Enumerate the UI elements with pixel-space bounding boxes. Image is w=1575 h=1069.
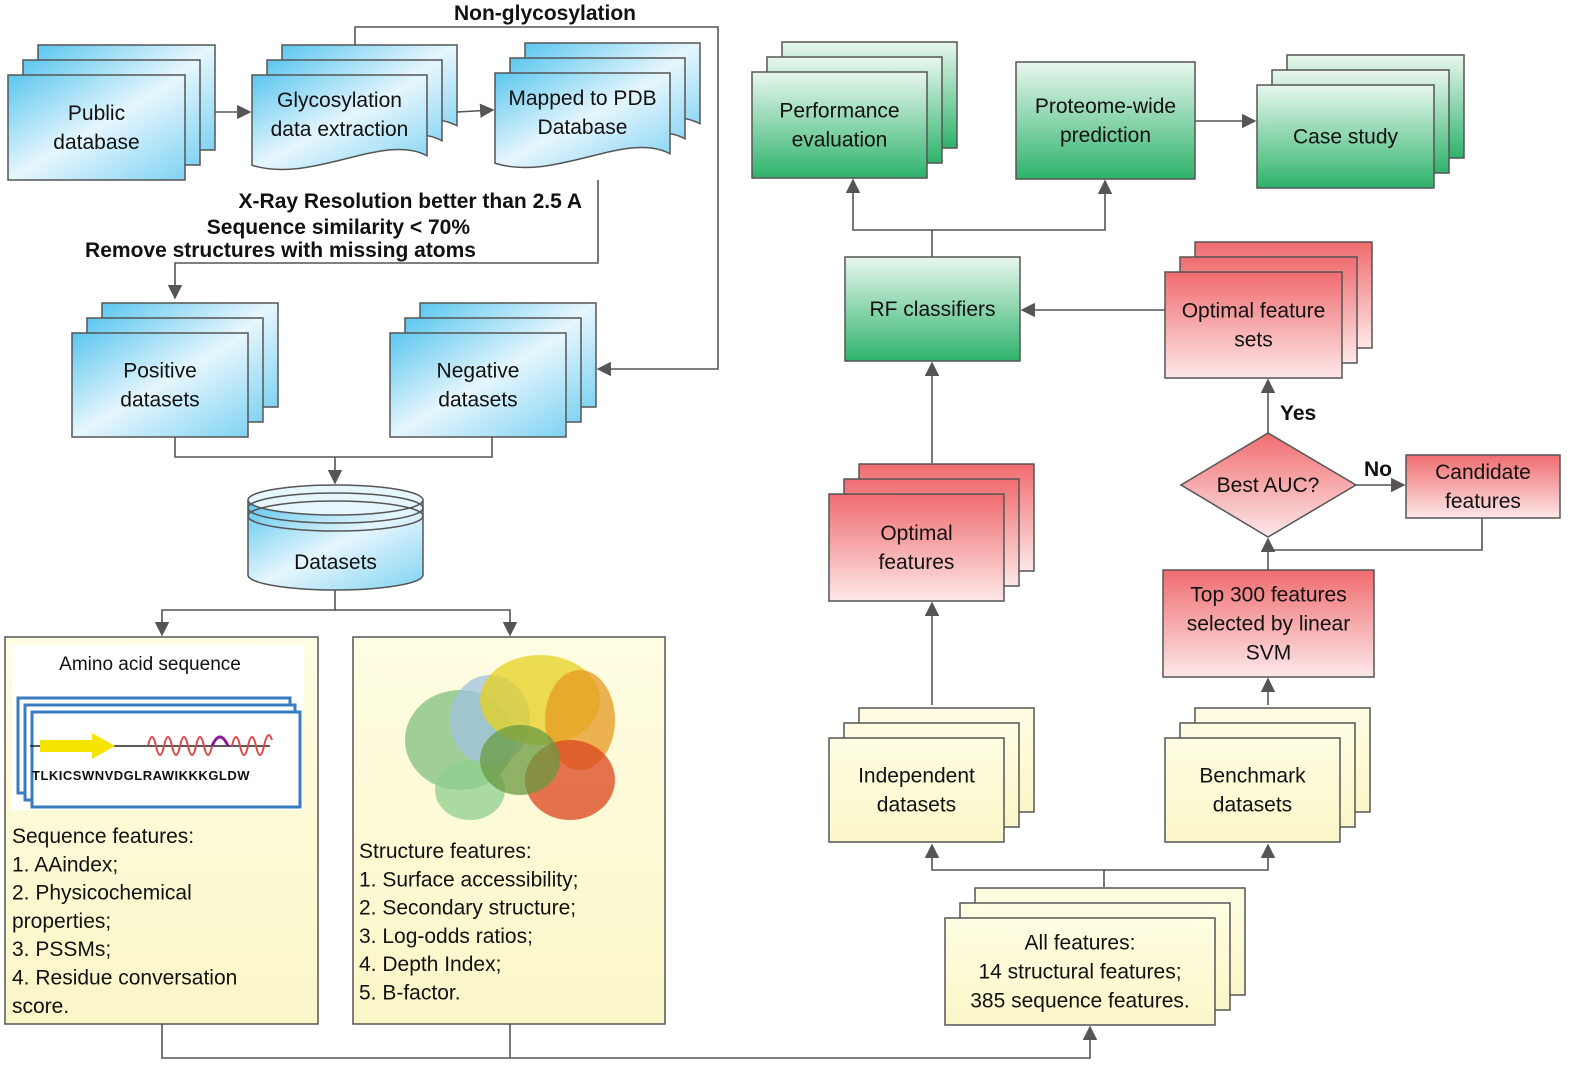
- sequence-feature-line: Sequence features:: [12, 825, 194, 848]
- node-label: 385 sequence features.: [970, 990, 1190, 1013]
- node-label: features: [1445, 490, 1521, 513]
- workflow-diagram: Amino acid sequence TLKICSWNVDGLRAWIKKKGL…: [0, 0, 1575, 1069]
- node-box: [1164, 271, 1343, 379]
- node-label: datasets: [877, 794, 956, 817]
- sequence-feature-line: 1. AAindex;: [12, 853, 118, 876]
- non-glycosylation-label: Non-glycosylation: [454, 2, 636, 25]
- structure-feature-line: 3. Log-odds ratios;: [359, 925, 533, 948]
- node-box: [1015, 61, 1196, 180]
- node-box: [1164, 737, 1341, 843]
- node-label: 14 structural features;: [978, 961, 1181, 984]
- node-label: Candidate: [1435, 461, 1531, 484]
- node-label: RF classifiers: [869, 298, 995, 321]
- node-label: datasets: [1213, 794, 1292, 817]
- node-label: Best AUC?: [1217, 474, 1320, 497]
- node-box: [828, 737, 1005, 843]
- node-label: database: [53, 131, 139, 154]
- node-proteome: [1015, 61, 1196, 180]
- node-box: [71, 332, 249, 438]
- node-label: Database: [538, 116, 628, 139]
- structure-feature-line: 5. B-factor.: [359, 982, 461, 1005]
- amino-acid-title: Amino acid sequence: [59, 654, 241, 675]
- node-label: Positive: [123, 360, 197, 383]
- structure-feature-line: Structure features:: [359, 840, 532, 863]
- node-label: Proteome-wide: [1035, 95, 1176, 118]
- node-datasets: [247, 484, 424, 591]
- node-label: Glycosylation: [277, 89, 402, 112]
- sequence-text: TLKICSWNVDGLRAWIKKKGLDW: [32, 768, 250, 783]
- node-label: evaluation: [792, 129, 888, 152]
- node-label: Mapped to PDB: [508, 87, 656, 110]
- node-label: Performance: [779, 100, 899, 123]
- structure-feature-line: 4. Depth Index;: [359, 953, 501, 976]
- no-label: No: [1364, 458, 1392, 481]
- node-label: prediction: [1060, 124, 1151, 147]
- node-box: [7, 74, 186, 181]
- node-label: sets: [1234, 329, 1273, 352]
- node-label: selected by linear: [1187, 613, 1350, 636]
- sequence-feature-line: 2. Physicochemical: [12, 882, 192, 905]
- sequence-feature-line: 4. Residue conversation: [12, 967, 237, 990]
- node-label: Optimal feature: [1182, 300, 1326, 323]
- sequence-frame: [30, 710, 302, 809]
- node-label: Optimal: [880, 522, 952, 545]
- node-label: datasets: [120, 389, 199, 412]
- filter-criterion: Sequence similarity < 70%: [207, 216, 471, 239]
- filter-criterion: Remove structures with missing atoms: [85, 239, 476, 262]
- node-box: [389, 332, 567, 438]
- node-label: Datasets: [294, 551, 377, 574]
- sequence-features-panel: Amino acid sequence TLKICSWNVDGLRAWIKKKGL…: [4, 636, 319, 1025]
- sequence-feature-line: score.: [12, 995, 69, 1018]
- filter-criterion: X-Ray Resolution better than 2.5 A: [239, 190, 582, 213]
- structure-features-panel: Structure features: 1. Surface accessibil…: [352, 636, 666, 1025]
- node-case: [1256, 54, 1465, 189]
- cylinder-ring: [247, 484, 424, 516]
- node-label: data extraction: [271, 118, 409, 141]
- node-box: [751, 71, 928, 179]
- node-label: Public: [68, 102, 125, 125]
- node-label: features: [879, 551, 955, 574]
- sequence-feature-line: 3. PSSMs;: [12, 938, 111, 961]
- node-label: Top 300 features: [1190, 584, 1346, 607]
- node-label: Independent: [858, 765, 975, 788]
- node-label: All features:: [1025, 932, 1136, 955]
- structure-feature-line: 1. Surface accessibility;: [359, 868, 578, 891]
- protein-region: [480, 725, 560, 795]
- node-label: Negative: [437, 360, 520, 383]
- node-label: datasets: [438, 389, 517, 412]
- diagram-canvas: Amino acid sequence TLKICSWNVDGLRAWIKKKGL…: [4, 2, 1561, 1059]
- node-label: SVM: [1246, 642, 1292, 665]
- sequence-feature-line: properties;: [12, 910, 111, 933]
- node-label: Benchmark: [1199, 765, 1306, 788]
- yes-label: Yes: [1280, 402, 1316, 425]
- node-box: [828, 493, 1005, 602]
- structure-feature-line: 2. Secondary structure;: [359, 897, 576, 920]
- node-label: Case study: [1293, 126, 1399, 149]
